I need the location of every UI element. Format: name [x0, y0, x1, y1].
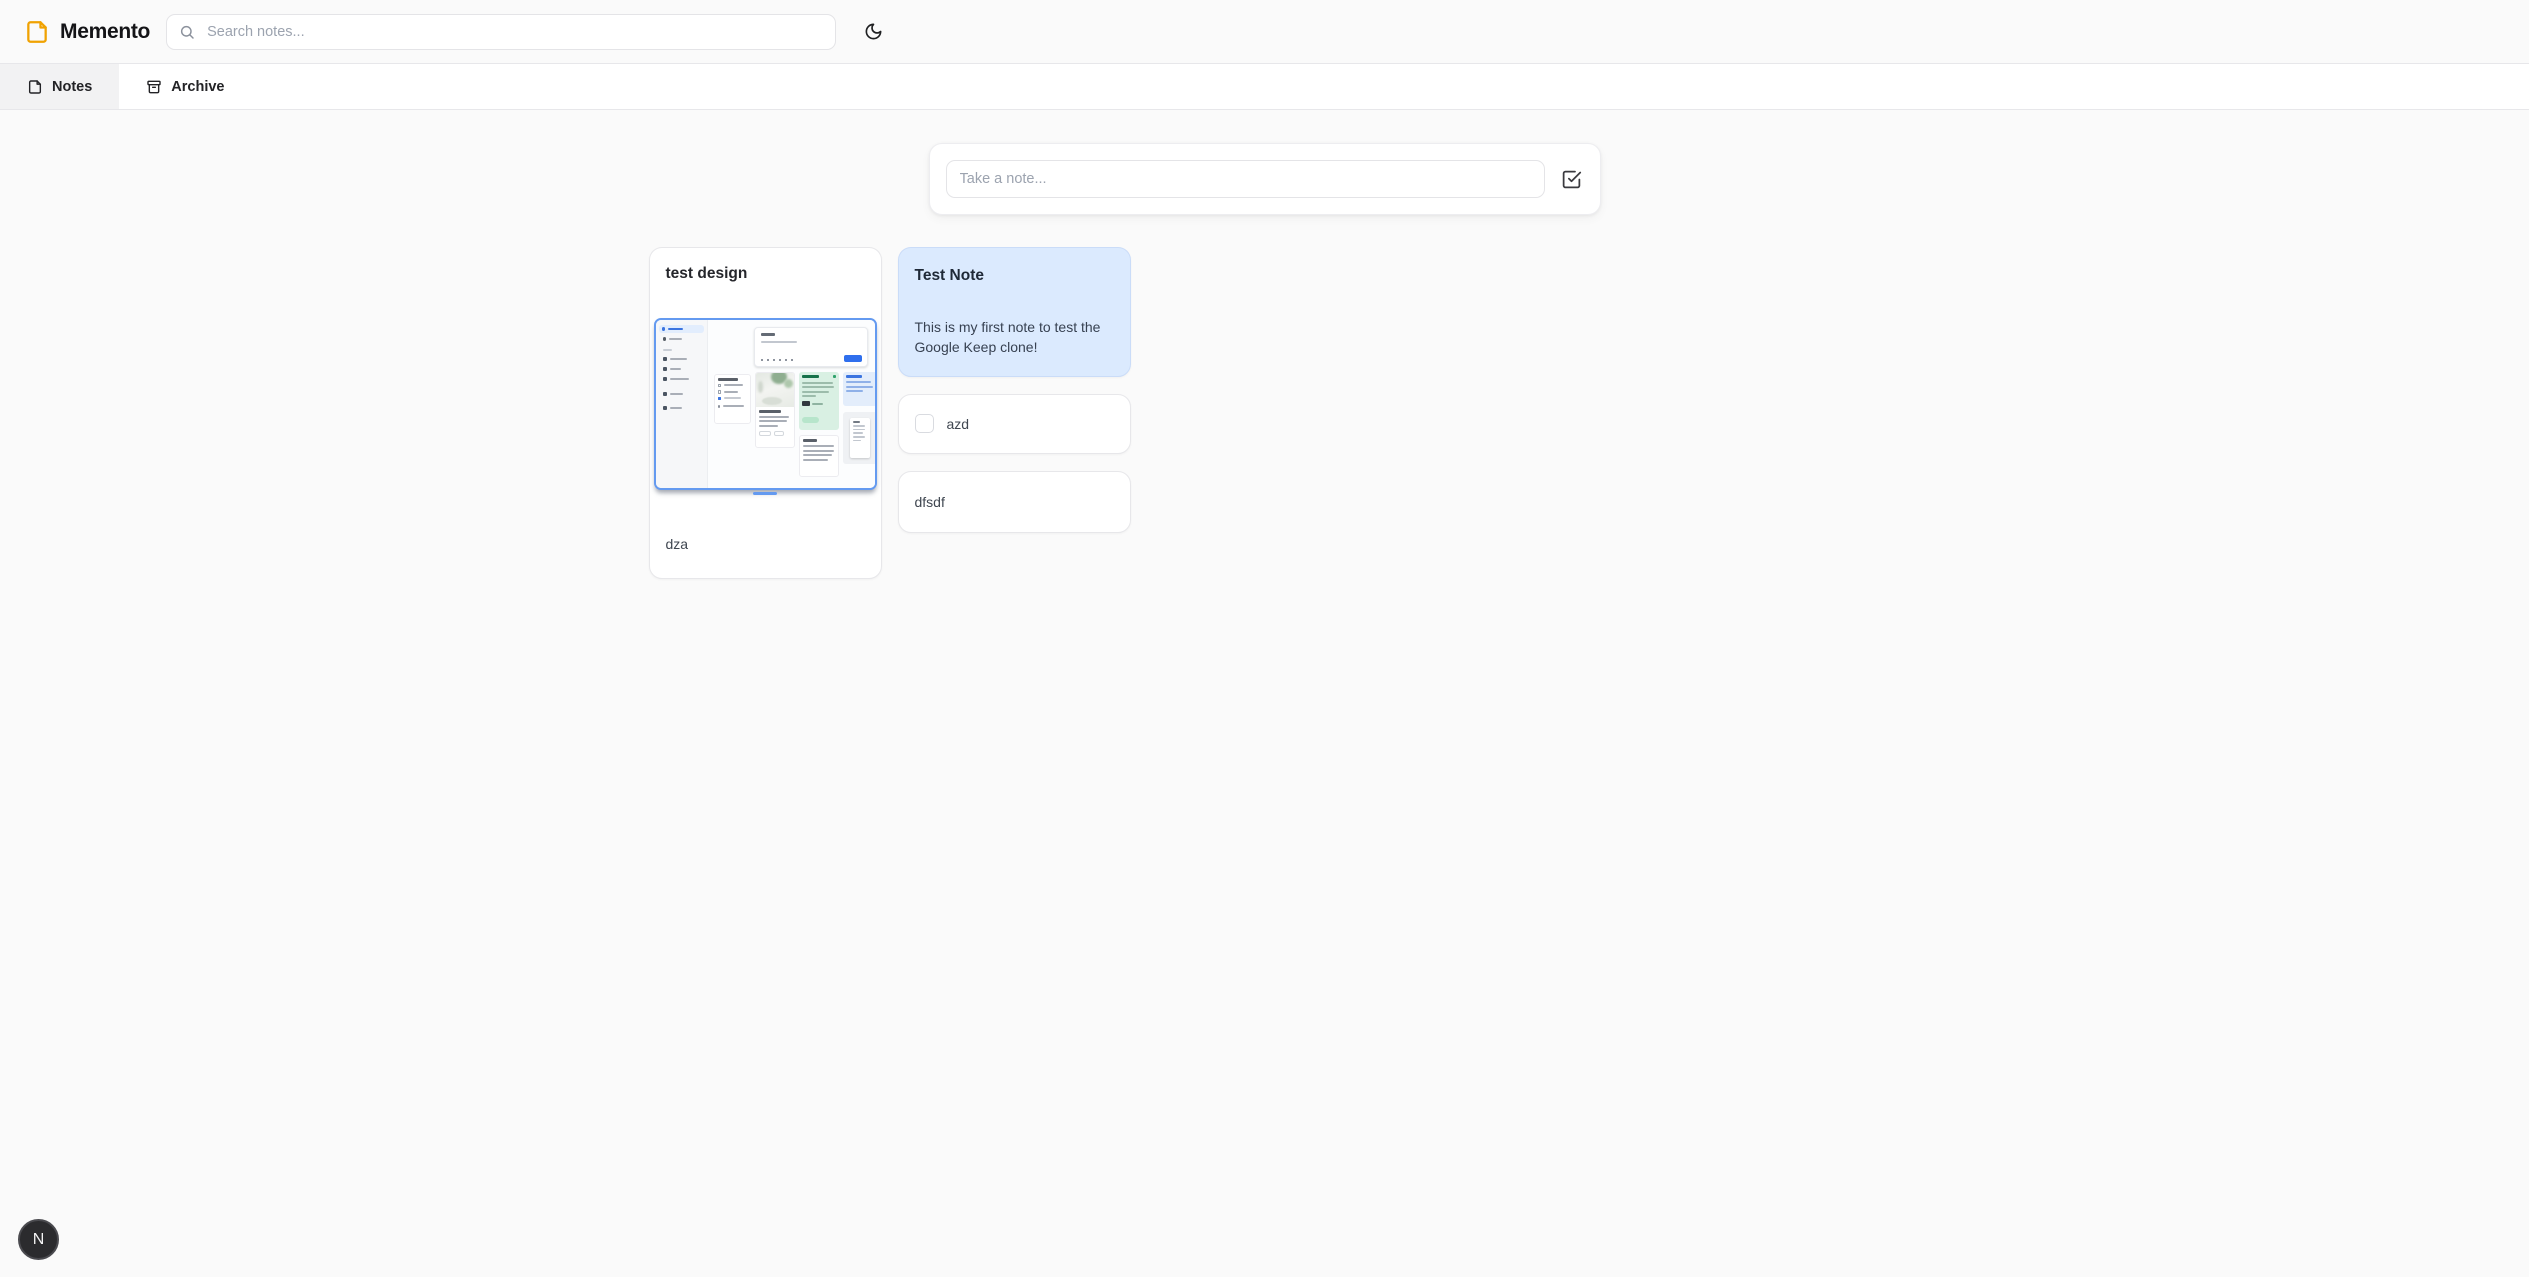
- thumb-line: [660, 335, 703, 343]
- archive-icon: [146, 79, 162, 95]
- tab-archive-label: Archive: [171, 79, 224, 95]
- theme-toggle-button[interactable]: [856, 15, 890, 49]
- note-card-test-design[interactable]: test design: [649, 247, 882, 579]
- thumb-line: [660, 375, 703, 383]
- thumbnail-main-area: [708, 320, 875, 488]
- thumbnail-sidebar: [656, 320, 708, 488]
- thumb-line: [660, 355, 703, 363]
- note-composer[interactable]: [929, 143, 1601, 215]
- thumb-line: [659, 325, 704, 333]
- thumb-card-idea: [799, 435, 839, 477]
- tab-archive[interactable]: Archive: [119, 64, 251, 109]
- brand: Memento: [24, 19, 150, 45]
- note-card-dfsdf[interactable]: dfsdf: [898, 471, 1131, 533]
- note-title: test design: [666, 264, 865, 283]
- checklist-item-text: azd: [947, 414, 970, 434]
- search-icon: [179, 24, 195, 40]
- take-a-note-input[interactable]: [946, 160, 1545, 198]
- note-card-azd[interactable]: azd: [898, 394, 1131, 454]
- thumb-button: [844, 355, 862, 362]
- moon-icon: [864, 22, 883, 41]
- thumb-card-photo: [755, 372, 795, 448]
- note-body-text: dfsdf: [915, 494, 945, 510]
- note-body-text: dza: [666, 534, 865, 554]
- note-header: test design: [650, 248, 881, 283]
- check-square-icon: [1561, 169, 1582, 190]
- new-checklist-button[interactable]: [1559, 169, 1584, 190]
- view-tabs: Notes Archive: [0, 64, 2529, 110]
- tab-notes[interactable]: Notes: [0, 64, 119, 109]
- composer-section: [0, 143, 2529, 215]
- sticky-note-icon: [24, 19, 50, 45]
- thumb-card-blue: [843, 372, 877, 406]
- file-icon: [27, 79, 43, 95]
- notes-grid: test design: [649, 247, 1881, 579]
- app-header: Memento: [0, 0, 2529, 64]
- thumb-card-gray: [843, 412, 877, 464]
- thumbnail-composer: [754, 327, 868, 367]
- thumb-card-green: [799, 372, 839, 430]
- search-bar[interactable]: [166, 14, 836, 50]
- search-input[interactable]: [205, 23, 823, 41]
- thumb-line: [660, 404, 703, 412]
- note-image: [650, 284, 881, 528]
- thumb-card-checklist: [714, 374, 751, 424]
- note-title: Test Note: [915, 266, 1114, 285]
- profile-avatar-button[interactable]: N: [18, 1219, 59, 1260]
- grid-column-2: Test Note This is my first note to test …: [898, 247, 1131, 533]
- note-body-text: This is my first note to test the Google…: [915, 317, 1114, 358]
- thumb-line: [660, 347, 703, 353]
- avatar-initial: N: [33, 1231, 45, 1249]
- thumbnail-app-window: [654, 318, 877, 490]
- note-card-test-note[interactable]: Test Note This is my first note to test …: [898, 247, 1131, 377]
- tab-notes-label: Notes: [52, 79, 92, 95]
- checklist-checkbox[interactable]: [915, 414, 934, 433]
- app-title: Memento: [60, 20, 150, 44]
- thumb-photo: [756, 373, 794, 407]
- thumb-line: [660, 390, 703, 398]
- note-body: dza: [650, 528, 881, 578]
- grid-column-1: test design: [649, 247, 882, 579]
- thumb-window-handle: [753, 492, 777, 495]
- thumb-line: [660, 365, 703, 373]
